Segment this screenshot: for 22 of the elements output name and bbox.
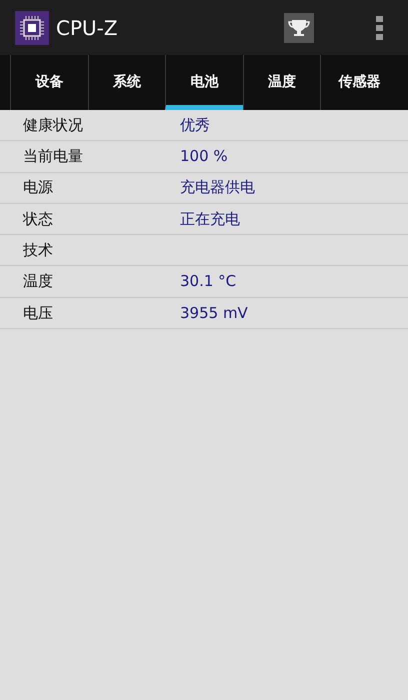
field-label: 电压: [23, 302, 54, 324]
field-label: 电源: [23, 177, 54, 198]
trophy-button[interactable]: [284, 12, 314, 42]
chip-icon: [15, 10, 49, 44]
field-label: 状态: [23, 208, 54, 230]
field-value: 30.1 °C: [180, 271, 236, 292]
field-value: 3955 mV: [180, 302, 248, 324]
tab[interactable]: 设备: [10, 55, 88, 110]
field-label: 健康状况: [23, 114, 84, 136]
tab[interactable]: 温度: [242, 55, 320, 110]
more-menu-button[interactable]: [376, 16, 384, 40]
field-value: 优秀: [180, 114, 210, 136]
tab[interactable]: 传感器: [320, 55, 398, 110]
tab[interactable]: 电池: [165, 55, 243, 110]
field-value: 正在充电: [180, 208, 240, 230]
field-label: 技术: [23, 240, 54, 262]
field-label: 当前电量: [23, 146, 84, 168]
field-label: 温度: [23, 271, 54, 292]
field-value: 充电器供电: [180, 177, 255, 198]
field-value: 100 %: [180, 146, 228, 168]
app-title: CPU-Z: [56, 14, 118, 42]
tab[interactable]: 系统: [88, 55, 166, 110]
